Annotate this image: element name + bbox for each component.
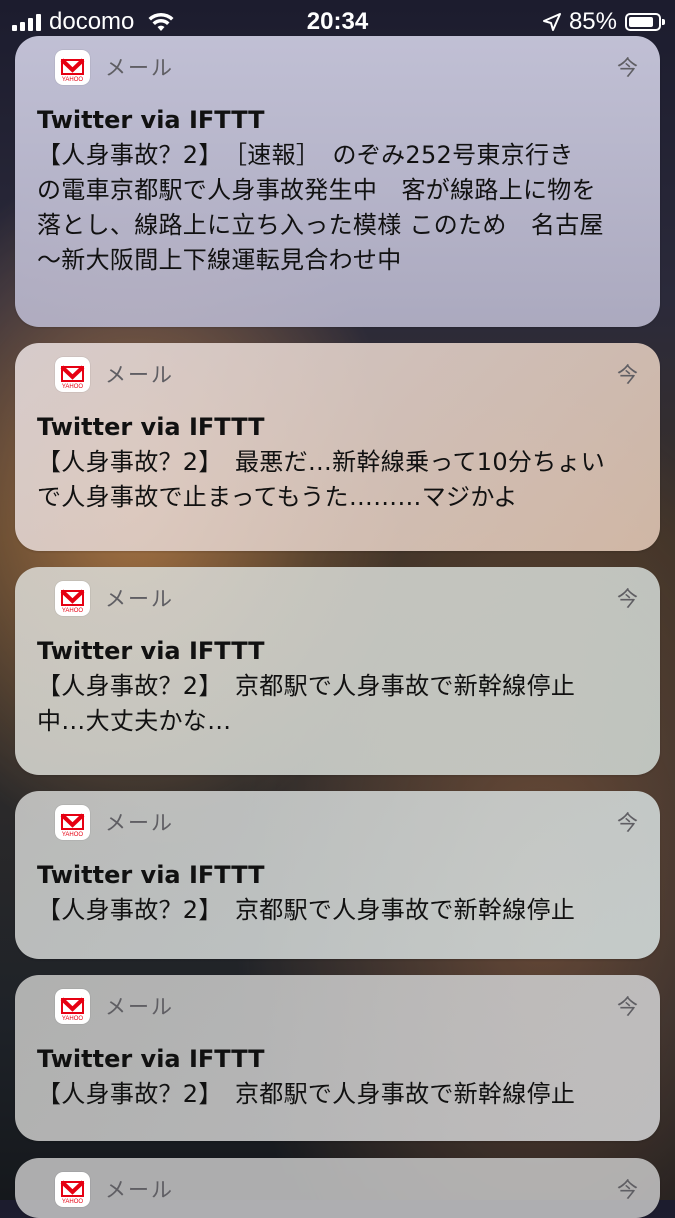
notification-time: 今 — [617, 56, 638, 80]
body-line: 【人身事故？2】 京都駅で人身事故で新幹線停止 — [37, 1080, 576, 1108]
notification-time: 今 — [617, 811, 638, 835]
notification-title: Twitter via IFTTT — [37, 413, 265, 441]
notification-body: 【人身事故？2】 京都駅で人身事故で新幹線停止 — [37, 893, 638, 928]
body-line: の電車京都駅で人身事故発生中 客が線路上に物を — [37, 176, 596, 204]
app-name: メール — [105, 995, 174, 1019]
notification-body: 【人身事故？2】 最悪だ…新幹線乗って10分ちょい で人身事故で止まってもうた…… — [37, 445, 638, 515]
notification-card[interactable]: YAHOO メール 今 Twitter via IFTTT 【人身事故？2】 ［… — [15, 36, 660, 327]
notification-card[interactable]: YAHOO メール 今 — [15, 1158, 660, 1218]
body-line: 【人身事故？2】 ［速報］ のぞみ252号東京行き — [37, 141, 574, 169]
body-line: 【人身事故？2】 京都駅で人身事故で新幹線停止 — [37, 672, 576, 700]
yahoo-mail-icon: YAHOO — [55, 1172, 90, 1207]
notification-card[interactable]: YAHOO メール 今 Twitter via IFTTT 【人身事故？2】 京… — [15, 791, 660, 959]
notification-body: 【人身事故？2】 ［速報］ のぞみ252号東京行き の電車京都駅で人身事故発生中… — [37, 138, 638, 278]
notification-time: 今 — [617, 363, 638, 387]
notification-title: Twitter via IFTTT — [37, 861, 265, 889]
notification-title: Twitter via IFTTT — [37, 106, 265, 134]
yahoo-mail-icon: YAHOO — [55, 805, 90, 840]
location-arrow-icon — [542, 13, 561, 31]
body-line: 中…大丈夫かな… — [37, 707, 232, 735]
svg-text:YAHOO: YAHOO — [62, 384, 84, 390]
yahoo-mail-icon: YAHOO — [55, 50, 90, 85]
battery-percent: 85% — [568, 8, 617, 35]
notification-card[interactable]: YAHOO メール 今 Twitter via IFTTT 【人身事故？2】 京… — [15, 975, 660, 1141]
notification-title: Twitter via IFTTT — [37, 1045, 265, 1073]
body-line: 【人身事故？2】 京都駅で人身事故で新幹線停止 — [37, 896, 576, 924]
svg-text:YAHOO: YAHOO — [62, 1016, 84, 1022]
battery-icon — [625, 13, 665, 31]
body-line: 【人身事故？2】 最悪だ…新幹線乗って10分ちょい — [37, 448, 606, 476]
app-name: メール — [105, 363, 174, 387]
yahoo-mail-icon: YAHOO — [55, 989, 90, 1024]
notification-body: 【人身事故？2】 京都駅で人身事故で新幹線停止 中…大丈夫かな… — [37, 669, 638, 739]
notification-header: YAHOO メール 今 — [37, 975, 638, 1035]
notification-header: YAHOO メール 今 — [37, 36, 638, 96]
status-right: 85% — [542, 8, 665, 36]
notification-body: 【人身事故？2】 京都駅で人身事故で新幹線停止 — [37, 1077, 638, 1112]
body-line: 落とし、線路上に立ち入った模様 このため 名古屋 — [37, 211, 604, 239]
notification-time: 今 — [617, 587, 638, 611]
notification-time: 今 — [617, 995, 638, 1019]
app-name: メール — [105, 811, 174, 835]
yahoo-mail-icon: YAHOO — [55, 581, 90, 616]
notification-header: YAHOO メール 今 — [37, 1158, 638, 1218]
svg-text:YAHOO: YAHOO — [62, 832, 84, 838]
app-name: メール — [105, 56, 174, 80]
notification-header: YAHOO メール 今 — [37, 567, 638, 627]
notification-header: YAHOO メール 今 — [37, 791, 638, 851]
notification-card[interactable]: YAHOO メール 今 Twitter via IFTTT 【人身事故？2】 京… — [15, 567, 660, 775]
yahoo-mail-icon: YAHOO — [55, 357, 90, 392]
notification-header: YAHOO メール 今 — [37, 343, 638, 403]
svg-text:YAHOO: YAHOO — [62, 77, 84, 83]
body-line: ～新大阪間上下線運転見合わせ中 — [37, 246, 402, 274]
app-name: メール — [105, 587, 174, 611]
notification-card[interactable]: YAHOO メール 今 Twitter via IFTTT 【人身事故？2】 最… — [15, 343, 660, 551]
notification-title: Twitter via IFTTT — [37, 637, 265, 665]
body-line: で人身事故で止まってもうた………マジかよ — [37, 483, 518, 511]
svg-text:YAHOO: YAHOO — [62, 608, 84, 614]
